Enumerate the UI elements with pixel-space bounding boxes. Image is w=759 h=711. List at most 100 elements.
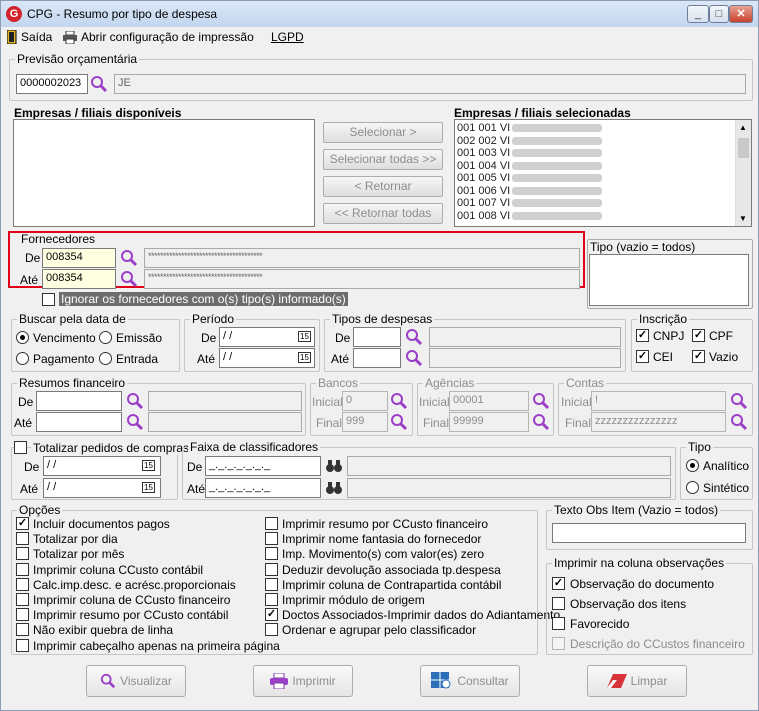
cei-checkbox[interactable]: ✓ <box>636 350 649 363</box>
vencimento-radio[interactable] <box>16 331 29 344</box>
option-checkbox[interactable] <box>265 577 278 591</box>
option-checkbox[interactable] <box>265 623 278 637</box>
emissao-radio[interactable] <box>99 331 112 344</box>
empresas-disponiveis-list[interactable] <box>13 119 315 227</box>
list-item[interactable]: 001 007 VI <box>455 197 751 210</box>
obs-itens-checkbox[interactable] <box>552 597 565 610</box>
option-label: Ordenar e agrupar pelo classificador <box>282 623 477 638</box>
resumos-de-input[interactable] <box>36 391 122 411</box>
option-checkbox[interactable]: ✓ <box>265 608 278 622</box>
close-button[interactable]: ✕ <box>729 5 753 23</box>
option-checkbox[interactable] <box>16 577 29 591</box>
magnifier-icon <box>100 673 116 689</box>
option-checkbox[interactable] <box>16 623 29 637</box>
contas-final-search-icon[interactable] <box>730 413 748 431</box>
contas-inicial-input[interactable]: ! <box>591 391 726 411</box>
option-checkbox[interactable] <box>265 532 278 546</box>
tipos-despesas-de-input[interactable] <box>353 327 401 347</box>
agencias-final-search-icon[interactable] <box>532 413 550 431</box>
faixa-de-input[interactable]: _._._._._._._ <box>205 456 321 476</box>
vertical-scrollbar[interactable]: ▲ ▼ <box>735 120 751 226</box>
menu-abrir-config[interactable]: Abrir configuração de impressão <box>63 30 254 44</box>
agencias-inicial-input[interactable]: 00001 <box>449 391 529 411</box>
option-checkbox[interactable] <box>16 547 29 561</box>
bancos-final-input[interactable]: 999 <box>342 412 388 432</box>
list-item[interactable]: 001 003 VI <box>455 147 751 160</box>
list-item[interactable]: 001 005 VI <box>455 172 751 185</box>
visualizar-button[interactable]: Visualizar <box>86 665 186 697</box>
obs-documento-checkbox[interactable]: ✓ <box>552 577 565 590</box>
consultar-button[interactable]: Consultar <box>420 665 520 697</box>
resumos-ate-search-icon[interactable] <box>126 413 144 431</box>
calendar-icon[interactable]: 15 <box>298 331 311 342</box>
periodo-de-label: De <box>201 331 217 345</box>
option-checkbox[interactable] <box>16 638 29 652</box>
list-item[interactable]: 001 001 VI <box>455 122 751 135</box>
vazio-checkbox[interactable]: ✓ <box>692 350 705 363</box>
calendar-icon[interactable]: 15 <box>142 460 155 471</box>
sintetico-radio[interactable] <box>686 481 699 494</box>
bancos-inicial-input[interactable]: 0 <box>342 391 388 411</box>
favorecido-checkbox[interactable] <box>552 617 565 630</box>
imprimir-button[interactable]: Imprimir <box>253 665 353 697</box>
contas-final-input[interactable]: zzzzzzzzzzzzzzz <box>591 412 726 432</box>
menu-lgpd[interactable]: LGPD <box>271 30 304 44</box>
tipos-despesas-ate-input[interactable] <box>353 348 401 368</box>
agencias-final-input[interactable]: 99999 <box>449 412 529 432</box>
fornecedor-ate-search-icon[interactable] <box>120 270 138 288</box>
cpf-checkbox[interactable]: ✓ <box>692 329 705 342</box>
descricao-ccustos-checkbox[interactable] <box>552 637 565 650</box>
fornecedor-ate-input[interactable]: 008354 <box>42 269 116 289</box>
entrada-radio[interactable] <box>99 352 112 365</box>
resumos-ate-input[interactable] <box>36 412 122 432</box>
faixa-ate-input[interactable]: _._._._._._._ <box>205 478 321 498</box>
tipos-despesas-de-search-icon[interactable] <box>405 328 423 346</box>
resumos-de-search-icon[interactable] <box>126 392 144 410</box>
empresas-selecionadas-list[interactable]: 001 001 VI 002 002 VI 001 003 VI 001 004… <box>454 119 752 227</box>
fornecedor-de-input[interactable]: 008354 <box>42 248 116 268</box>
analitico-radio[interactable] <box>686 459 699 472</box>
ignorar-label[interactable]: Ignorar os fornecedores com o(s) tipo(s)… <box>59 292 348 306</box>
tipo-vazio-input[interactable] <box>589 254 749 306</box>
retornar-todas-button[interactable]: << Retornar todas <box>323 203 443 224</box>
option-checkbox[interactable] <box>265 562 278 576</box>
list-item[interactable]: 001 008 VI <box>455 210 751 223</box>
menu-bar: Saída Abrir configuração de impressão LG… <box>1 27 758 47</box>
bancos-final-search-icon[interactable] <box>390 413 408 431</box>
option-checkbox[interactable] <box>16 608 29 622</box>
fornecedor-de-search-icon[interactable] <box>120 249 138 267</box>
list-item[interactable]: 001 006 VI <box>455 185 751 198</box>
previsao-search-icon[interactable] <box>90 75 108 93</box>
texto-obs-input[interactable] <box>552 523 746 543</box>
calendar-icon[interactable]: 15 <box>298 352 311 363</box>
calendar-icon[interactable]: 15 <box>142 482 155 493</box>
option-checkbox[interactable]: ✓ <box>16 517 29 530</box>
selecionar-todas-button[interactable]: Selecionar todas >> <box>323 149 443 170</box>
limpar-label: Limpar <box>630 674 668 688</box>
selecionar-button[interactable]: Selecionar > <box>323 122 443 143</box>
pagamento-radio[interactable] <box>16 352 29 365</box>
list-item[interactable]: 001 004 VI <box>455 160 751 173</box>
retornar-button[interactable]: < Retornar <box>323 176 443 197</box>
option-checkbox[interactable] <box>265 593 278 606</box>
tipos-despesas-ate-search-icon[interactable] <box>405 349 423 367</box>
option-checkbox[interactable] <box>16 593 29 606</box>
maximize-button[interactable]: □ <box>709 5 729 23</box>
menu-saida[interactable]: Saída <box>7 30 52 44</box>
binoculars-icon[interactable] <box>325 479 343 497</box>
binoculars-icon[interactable] <box>325 457 343 475</box>
option-checkbox[interactable] <box>16 562 29 576</box>
list-item[interactable]: 002 002 VI <box>455 135 751 148</box>
limpar-button[interactable]: Limpar <box>587 665 687 697</box>
option-checkbox[interactable] <box>265 547 278 561</box>
minimize-button[interactable]: _ <box>687 5 709 23</box>
cnpj-checkbox[interactable]: ✓ <box>636 329 649 342</box>
option-checkbox[interactable] <box>16 532 29 546</box>
agencias-inicial-search-icon[interactable] <box>532 392 550 410</box>
bancos-inicial-search-icon[interactable] <box>390 392 408 410</box>
totalizar-checkbox[interactable] <box>14 441 27 454</box>
previsao-code-input[interactable]: 0000002023 <box>16 74 88 94</box>
option-checkbox[interactable] <box>265 517 278 530</box>
contas-inicial-search-icon[interactable] <box>730 392 748 410</box>
ignorar-checkbox[interactable] <box>42 293 55 306</box>
